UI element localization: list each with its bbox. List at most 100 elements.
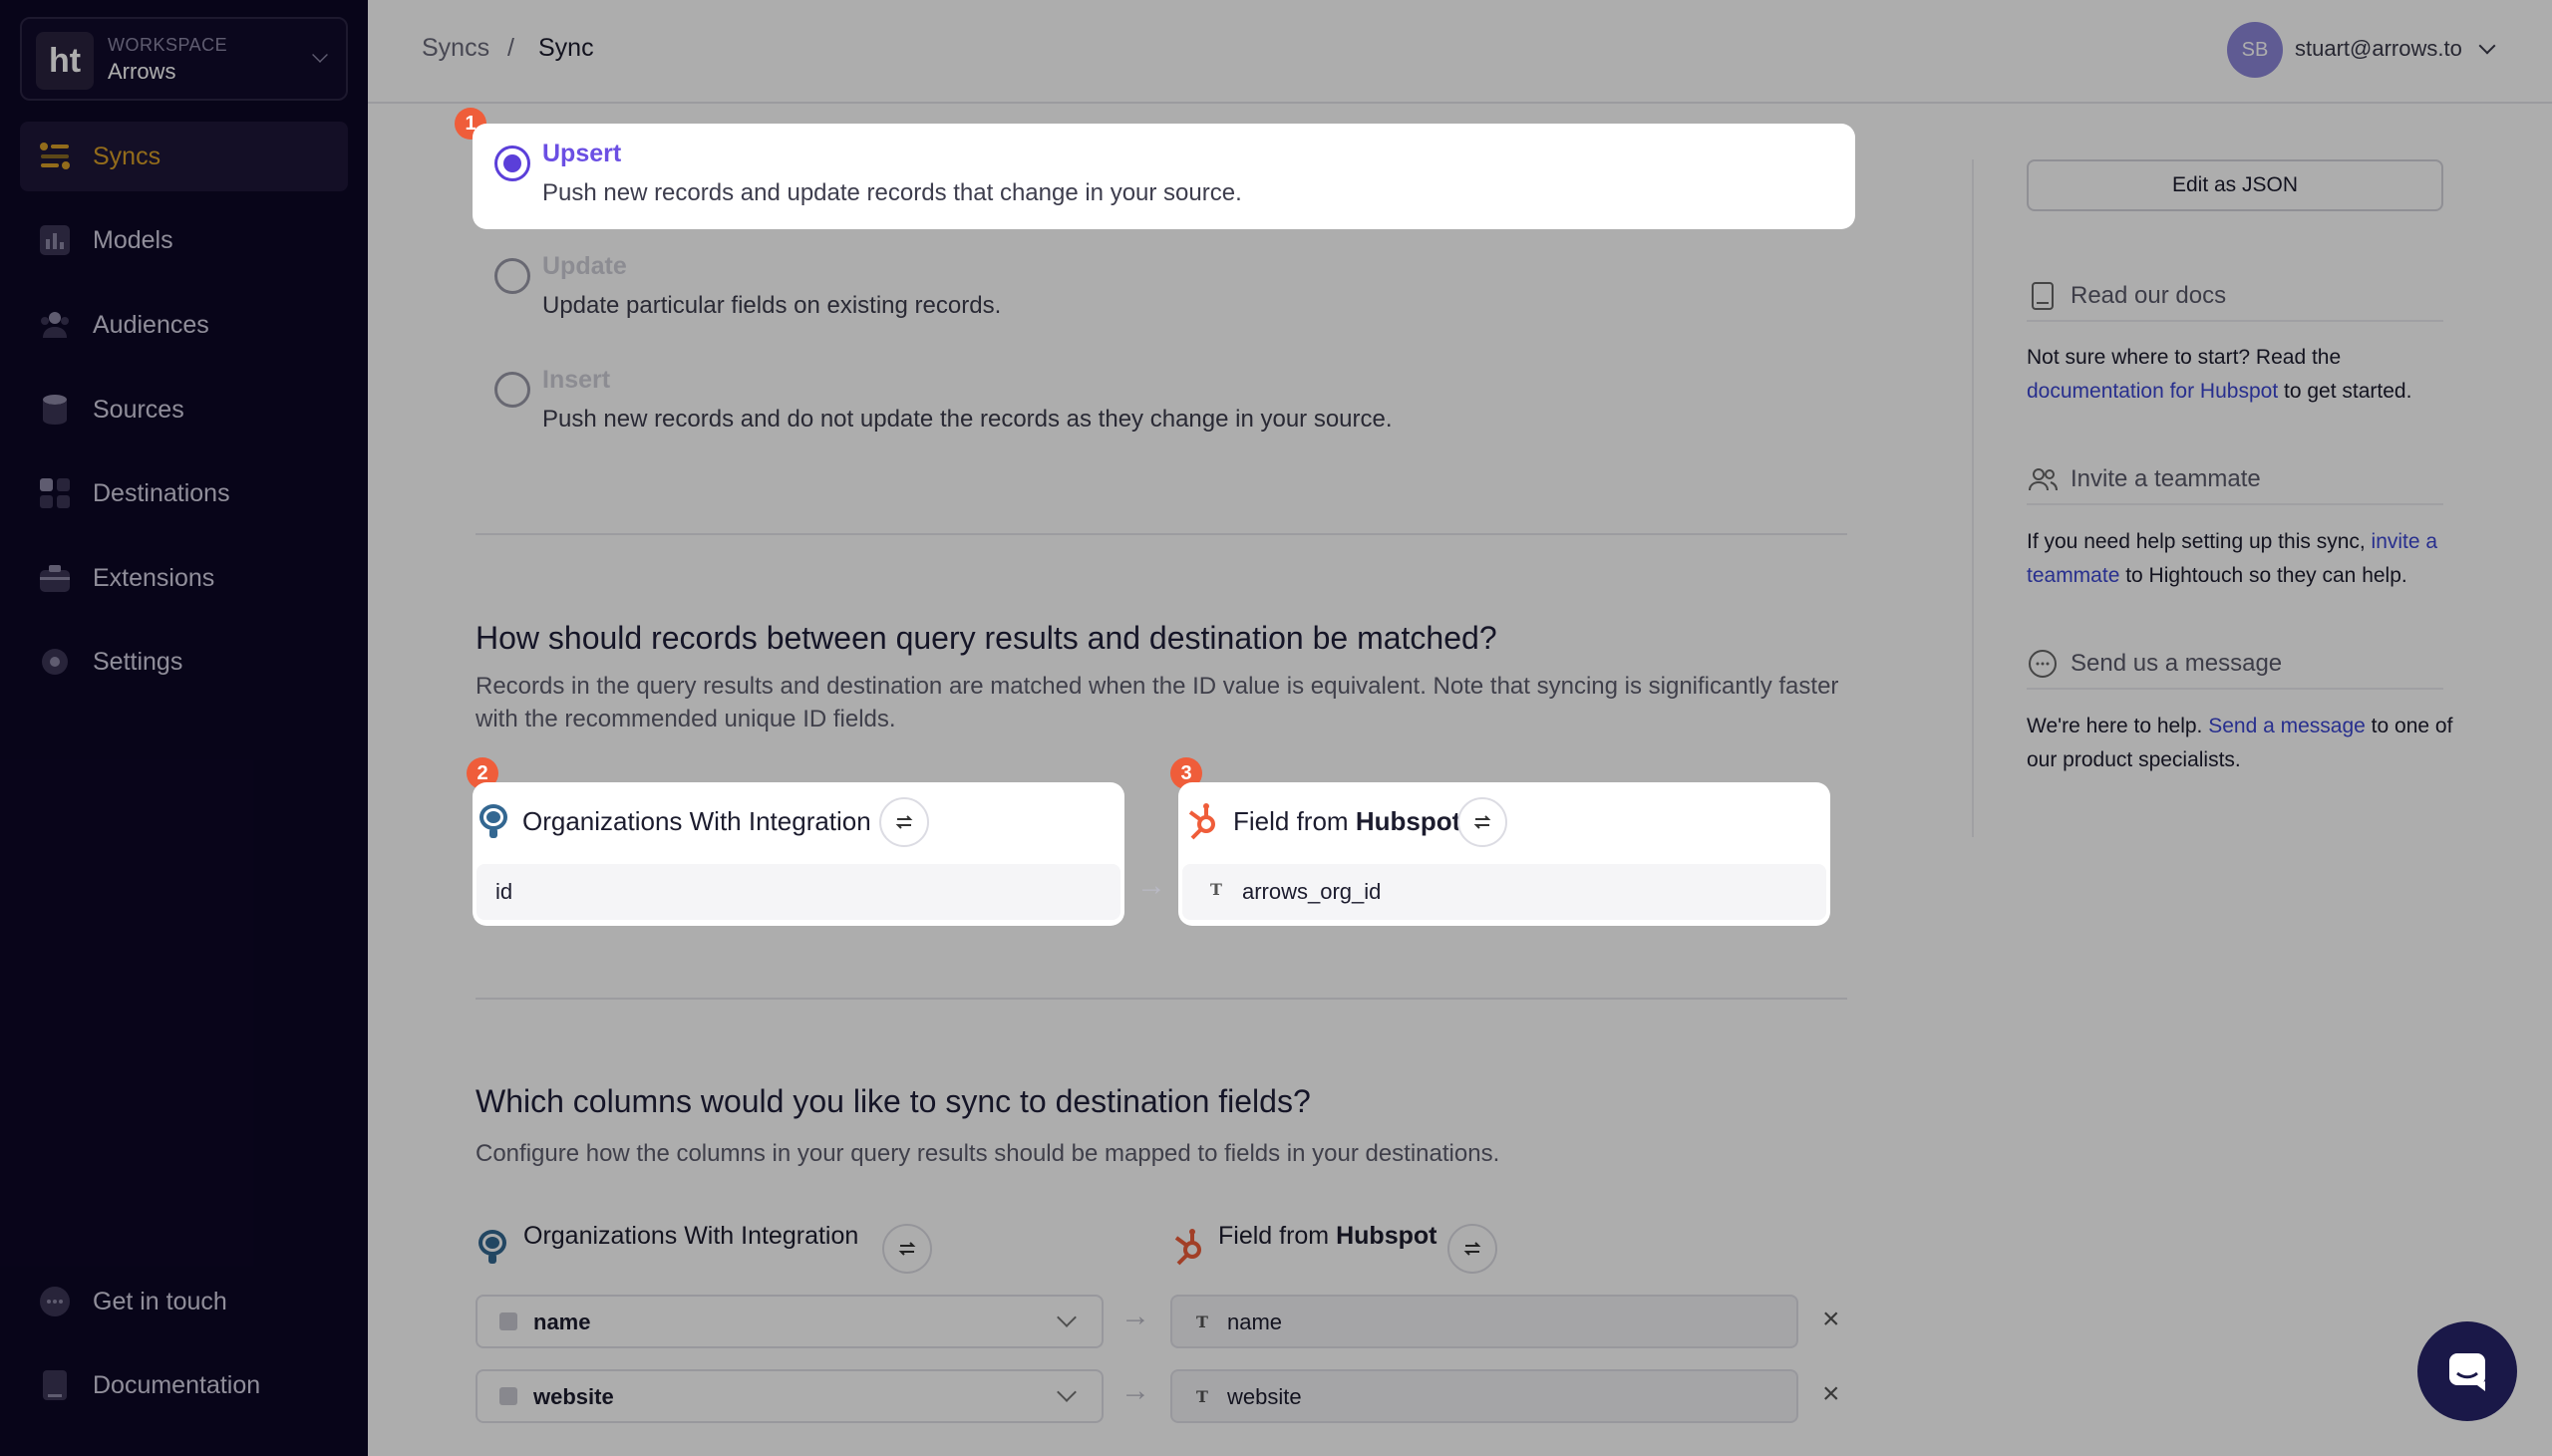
- docs-heading: Read our docs: [2027, 272, 2443, 322]
- invite-title: Invite a teammate: [2071, 465, 2261, 492]
- invite-text-before: If you need help setting up this sync,: [2027, 530, 2372, 553]
- mode-option-insert[interactable]: Insert Push new records and do not updat…: [473, 350, 1855, 455]
- sidebar-item-label: Get in touch: [93, 1287, 227, 1315]
- radio-button[interactable]: [494, 258, 530, 294]
- columns-description: Configure how the columns in your query …: [476, 1140, 1500, 1167]
- refresh-button[interactable]: [1457, 797, 1507, 847]
- refresh-icon: [895, 815, 913, 829]
- text-type-icon: T: [1196, 1312, 1208, 1331]
- breadcrumb-syncs-link[interactable]: Syncs: [422, 34, 489, 63]
- sidebar-item-sources[interactable]: Sources: [20, 375, 348, 444]
- source-id-field[interactable]: id: [477, 864, 1120, 920]
- users-icon: [2029, 468, 2058, 491]
- sidebar: ht WORKSPACE Arrows Syncs Models Audienc…: [0, 0, 368, 1456]
- settings-icon: [42, 649, 68, 675]
- columns-destination-title-prefix: Field from: [1218, 1222, 1337, 1250]
- columns-destination-title: Field from Hubspot: [1218, 1222, 1436, 1251]
- sidebar-item-audiences[interactable]: Audiences: [20, 290, 348, 360]
- destination-id-field[interactable]: T arrows_org_id: [1182, 864, 1826, 920]
- destination-field-value: website: [1227, 1384, 1302, 1409]
- destination-field-value: name: [1227, 1310, 1283, 1334]
- invite-text: If you need help setting up this sync, i…: [2027, 525, 2455, 593]
- chevron-down-icon[interactable]: [2478, 37, 2496, 55]
- extensions-icon: [40, 565, 70, 592]
- workspace-switcher[interactable]: ht WORKSPACE Arrows: [20, 17, 348, 101]
- sidebar-item-label: Sources: [93, 395, 184, 424]
- sidebar-item-get-in-touch[interactable]: Get in touch: [20, 1267, 348, 1336]
- close-icon[interactable]: ×: [1822, 1303, 1840, 1336]
- sidebar-item-syncs[interactable]: Syncs: [20, 122, 348, 191]
- refresh-icon: [1463, 1242, 1481, 1256]
- user-email[interactable]: stuart@arrows.to: [2295, 36, 2462, 62]
- breadcrumb-current: Sync: [538, 34, 594, 62]
- refresh-icon: [898, 1242, 916, 1256]
- source-title: Organizations With Integration: [522, 806, 871, 836]
- hubspot-icon: [1174, 1229, 1201, 1266]
- invite-heading: Invite a teammate: [2027, 455, 2443, 505]
- panel-divider: [1972, 159, 1974, 837]
- edit-as-json-button[interactable]: Edit as JSON: [2027, 159, 2443, 211]
- text-type-icon: T: [1210, 880, 1222, 899]
- mode-description: Push new records and do not update the r…: [542, 406, 1393, 433]
- refresh-button[interactable]: [882, 1224, 932, 1274]
- matching-description: Records in the query results and destina…: [476, 673, 1839, 732]
- workspace-name: Arrows: [108, 59, 176, 84]
- breadcrumb-separator: /: [507, 34, 514, 62]
- top-bar: Syncs / Sync SB stuart@arrows.to: [368, 0, 2552, 104]
- chevron-down-icon: [1057, 1382, 1077, 1402]
- radio-button[interactable]: [494, 146, 530, 181]
- source-match-card: Organizations With Integration id: [473, 782, 1124, 926]
- sidebar-item-label: Settings: [93, 647, 183, 676]
- destination-title: Field from Hubspot: [1233, 806, 1460, 837]
- message-icon: [2449, 1353, 2485, 1391]
- destination-title-bold: Hubspot: [1355, 806, 1461, 836]
- mode-title: Upsert: [542, 140, 622, 167]
- invite-text-after: to Hightouch so they can help.: [2119, 564, 2407, 587]
- columns-title: Which columns would you like to sync to …: [476, 1083, 1311, 1119]
- destination-field-input[interactable]: T website: [1170, 1369, 1798, 1423]
- source-field-name: id: [495, 879, 513, 904]
- avatar[interactable]: SB: [2227, 22, 2283, 78]
- chat-launcher-button[interactable]: [2417, 1321, 2517, 1421]
- workspace-label: WORKSPACE: [108, 35, 228, 55]
- syncs-icon: [40, 143, 70, 169]
- sidebar-item-documentation[interactable]: Documentation: [20, 1350, 348, 1420]
- workspace-logo: ht: [36, 32, 94, 90]
- book-icon: [2032, 282, 2054, 310]
- chevron-down-icon: [312, 47, 328, 63]
- refresh-icon: [1473, 815, 1491, 829]
- sidebar-item-label: Extensions: [93, 563, 215, 592]
- sidebar-item-label: Audiences: [93, 310, 209, 339]
- divider: [476, 998, 1847, 1000]
- radio-button[interactable]: [494, 372, 530, 408]
- docs-link[interactable]: documentation for Hubspot: [2027, 380, 2278, 403]
- text-type-icon: T: [1196, 1387, 1208, 1406]
- refresh-button[interactable]: [879, 797, 929, 847]
- mode-option-upsert[interactable]: Upsert Push new records and update recor…: [473, 124, 1855, 229]
- divider: [476, 533, 1847, 535]
- sidebar-item-extensions[interactable]: Extensions: [20, 543, 348, 613]
- sidebar-item-settings[interactable]: Settings: [20, 627, 348, 697]
- audiences-icon: [41, 312, 69, 338]
- mode-option-update[interactable]: Update Update particular fields on exist…: [473, 236, 1855, 342]
- message-title: Send us a message: [2071, 650, 2283, 677]
- message-heading: Send us a message: [2027, 640, 2443, 690]
- mode-description: Update particular fields on existing rec…: [542, 292, 1002, 319]
- docs-text-before: Not sure where to start? Read the: [2027, 346, 2342, 369]
- column-type-icon: [499, 1387, 517, 1405]
- source-column-select[interactable]: name: [476, 1295, 1104, 1348]
- message-text: We're here to help. Send a message to on…: [2027, 710, 2455, 777]
- sidebar-item-models[interactable]: Models: [20, 205, 348, 275]
- destination-field-input[interactable]: T name: [1170, 1295, 1798, 1348]
- book-icon: [43, 1370, 67, 1400]
- refresh-button[interactable]: [1447, 1224, 1497, 1274]
- source-column-value: name: [533, 1310, 591, 1334]
- columns-source-title: Organizations With Integration: [523, 1222, 859, 1250]
- message-link[interactable]: Send a message: [2208, 715, 2366, 737]
- sidebar-item-destinations[interactable]: Destinations: [20, 458, 348, 528]
- columns-destination-title-bold: Hubspot: [1336, 1222, 1437, 1250]
- close-icon[interactable]: ×: [1822, 1377, 1840, 1411]
- arrow-right-icon: →: [1136, 869, 1166, 902]
- source-column-select[interactable]: website: [476, 1369, 1104, 1423]
- mode-title: Update: [542, 252, 627, 280]
